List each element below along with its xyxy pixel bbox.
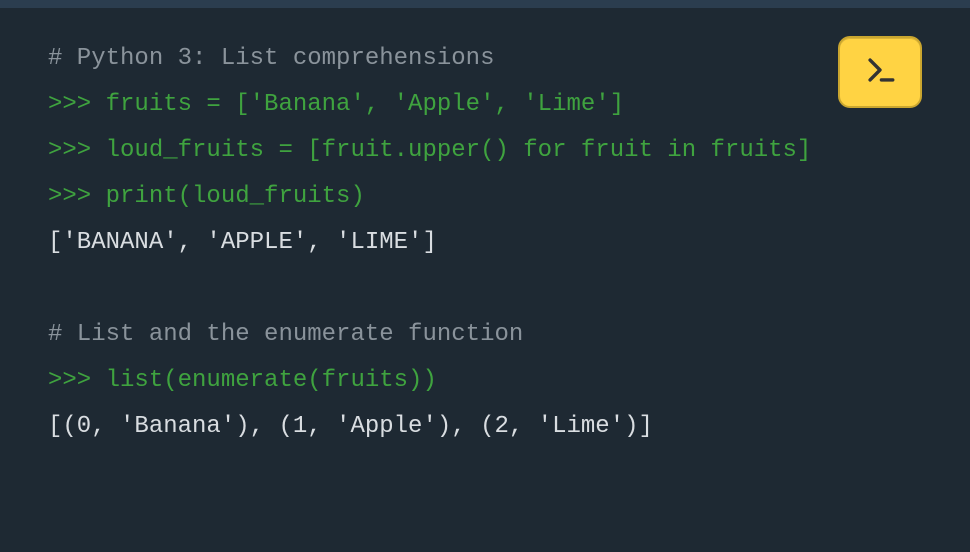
- prompt-marker: >>>: [48, 137, 106, 164]
- prompt-marker: >>>: [48, 183, 106, 210]
- code-input-line: >>> print(loud_fruits): [48, 174, 922, 220]
- code-text: print(loud_fruits): [106, 183, 365, 210]
- blank-line: [48, 266, 922, 312]
- code-input-line: >>> list(enumerate(fruits)): [48, 358, 922, 404]
- code-input-line: >>> loud_fruits = [fruit.upper() for fru…: [48, 128, 922, 174]
- launch-shell-button[interactable]: [838, 36, 922, 108]
- prompt-marker: >>>: [48, 367, 106, 394]
- terminal-prompt-icon: [863, 53, 897, 92]
- code-comment: # List and the enumerate function: [48, 312, 922, 358]
- code-output-line: ['BANANA', 'APPLE', 'LIME']: [48, 220, 922, 266]
- code-sample-container: # Python 3: List comprehensions>>> fruit…: [0, 8, 970, 486]
- code-text: loud_fruits = [fruit.upper() for fruit i…: [106, 137, 812, 164]
- prompt-marker: >>>: [48, 91, 106, 118]
- code-text: fruits = ['Banana', 'Apple', 'Lime']: [106, 91, 624, 118]
- code-text: list(enumerate(fruits)): [106, 367, 437, 394]
- code-comment: # Python 3: List comprehensions: [48, 36, 922, 82]
- code-sample: # Python 3: List comprehensions>>> fruit…: [48, 36, 922, 450]
- top-accent-bar: [0, 0, 970, 8]
- code-output-line: [(0, 'Banana'), (1, 'Apple'), (2, 'Lime'…: [48, 404, 922, 450]
- code-input-line: >>> fruits = ['Banana', 'Apple', 'Lime']: [48, 82, 922, 128]
